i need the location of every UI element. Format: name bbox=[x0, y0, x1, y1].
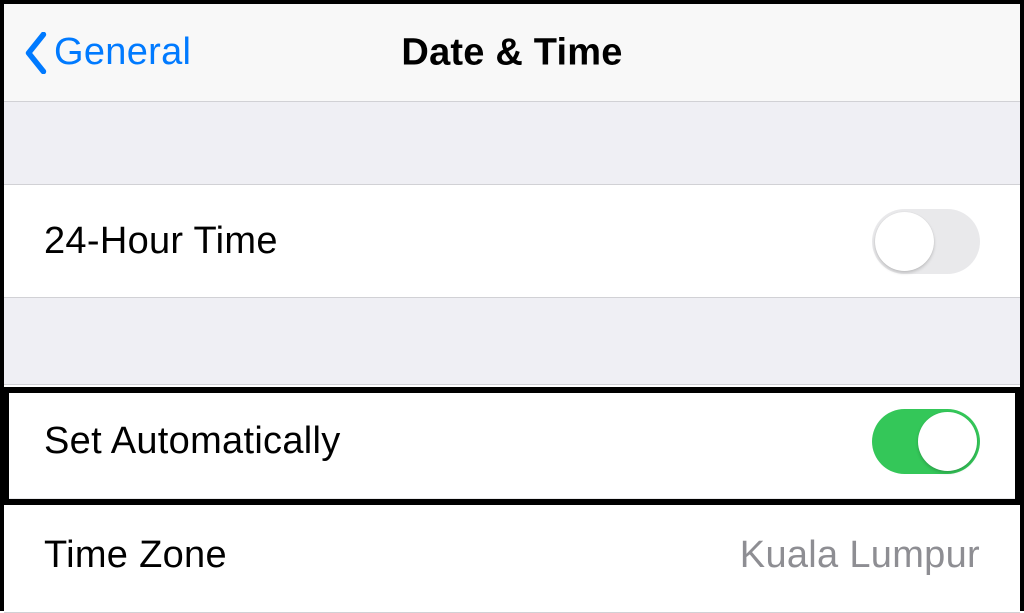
row-time-zone[interactable]: Time Zone Kuala Lumpur bbox=[4, 498, 1020, 612]
row-label: 24-Hour Time bbox=[44, 220, 278, 263]
row-label: Time Zone bbox=[44, 534, 227, 577]
group-auto-timezone: Set Automatically Time Zone Kuala Lumpur bbox=[4, 384, 1020, 613]
row-value: Kuala Lumpur bbox=[740, 534, 980, 577]
section-spacer bbox=[4, 298, 1020, 384]
chevron-left-icon bbox=[22, 32, 50, 74]
section-spacer bbox=[4, 102, 1020, 184]
row-24-hour-time[interactable]: 24-Hour Time bbox=[4, 184, 1020, 298]
navbar: General Date & Time bbox=[4, 4, 1020, 102]
row-label: Set Automatically bbox=[44, 420, 341, 463]
row-set-automatically[interactable]: Set Automatically bbox=[4, 384, 1020, 498]
switch-24-hour-time[interactable] bbox=[872, 209, 980, 274]
back-label: General bbox=[54, 31, 191, 74]
back-button[interactable]: General bbox=[22, 31, 191, 74]
page-title: Date & Time bbox=[401, 31, 622, 74]
switch-set-automatically[interactable] bbox=[872, 409, 980, 474]
